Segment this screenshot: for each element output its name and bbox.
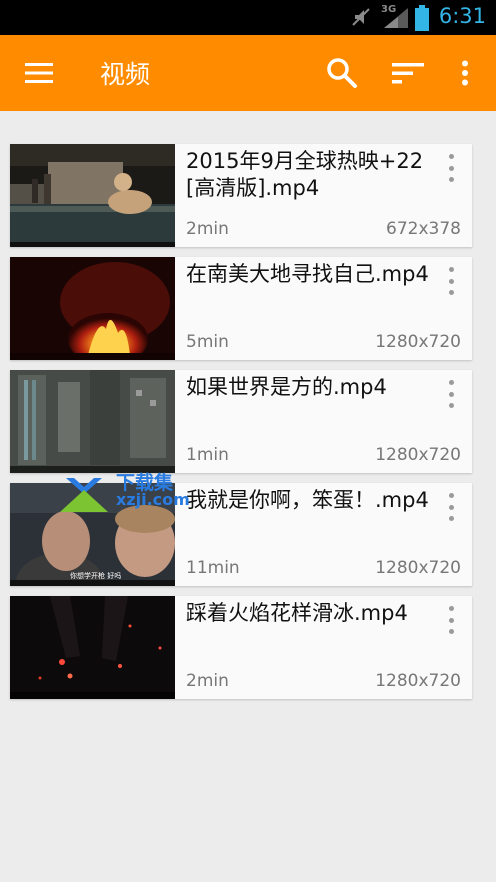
item-more-icon[interactable] (440, 152, 462, 184)
menu-icon (25, 63, 53, 83)
video-resolution: 1280x720 (375, 671, 461, 691)
watermark-logo: 下载集 xzji.com (60, 468, 200, 516)
thumbnail-caption: 你想学开枪 好吗 (70, 572, 122, 580)
video-title: 在南美大地寻找自己.mp4 (186, 262, 429, 286)
battery-icon (415, 5, 429, 31)
item-more-icon[interactable] (440, 604, 462, 636)
video-thumbnail (10, 257, 175, 360)
video-resolution: 1280x720 (375, 445, 461, 465)
search-button[interactable] (322, 35, 362, 111)
signal-icon (384, 8, 408, 28)
video-list-item[interactable]: 如果世界是方的.mp4 1min 1280x720 (10, 370, 472, 473)
video-duration: 2min (186, 671, 229, 691)
video-title: 我就是你啊，笨蛋！.mp4 (186, 488, 429, 512)
video-list-item[interactable]: 2015年9月全球热映+22[高清版].mp4 2min 672x378 (10, 144, 472, 247)
video-list-item[interactable]: 在南美大地寻找自己.mp4 5min 1280x720 (10, 257, 472, 360)
video-duration: 11min (186, 558, 240, 578)
video-thumbnail (10, 370, 175, 473)
video-title: 踩着火焰花样滑冰.mp4 (186, 601, 408, 625)
watermark-url: xzji.com (116, 490, 190, 509)
video-duration: 1min (186, 445, 229, 465)
search-icon (327, 58, 357, 88)
video-title: 如果世界是方的.mp4 (186, 375, 387, 399)
video-thumbnail (10, 596, 175, 699)
video-thumbnail (10, 144, 175, 247)
video-duration: 5min (186, 332, 229, 352)
overflow-menu-button[interactable] (452, 35, 478, 111)
video-title: 2015年9月全球热映+22[高清版].mp4 (186, 149, 424, 200)
video-duration: 2min (186, 219, 229, 239)
video-resolution: 1280x720 (375, 332, 461, 352)
watermark-arrow-icon (60, 478, 108, 512)
status-bar: 3G 6:31 (0, 0, 496, 35)
sort-icon (392, 63, 424, 84)
video-resolution: 672x378 (386, 219, 461, 239)
status-time: 6:31 (438, 4, 486, 28)
item-more-icon[interactable] (440, 491, 462, 523)
mute-icon (352, 8, 370, 26)
app-toolbar: 视频 (0, 35, 496, 111)
item-more-icon[interactable] (440, 378, 462, 410)
overflow-icon (462, 60, 468, 86)
sort-button[interactable] (388, 35, 428, 111)
page-title: 视频 (100, 60, 151, 89)
video-resolution: 1280x720 (375, 558, 461, 578)
menu-button[interactable] (18, 35, 60, 111)
video-list-item[interactable]: 踩着火焰花样滑冰.mp4 2min 1280x720 (10, 596, 472, 699)
item-more-icon[interactable] (440, 265, 462, 297)
